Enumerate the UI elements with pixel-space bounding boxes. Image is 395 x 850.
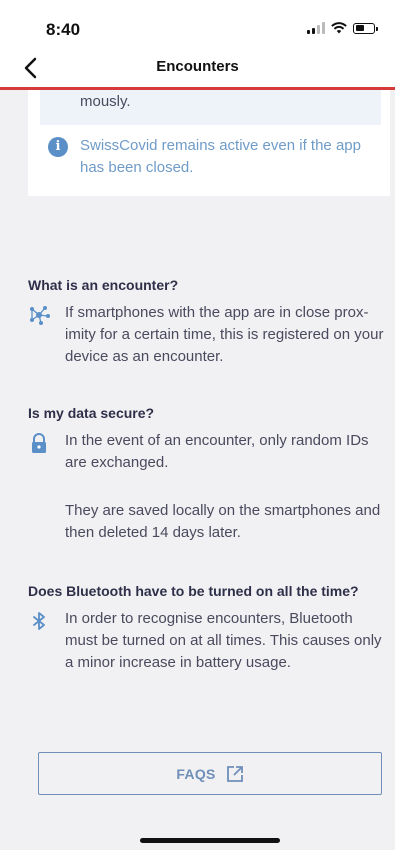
faq-button[interactable]: FAQS: [38, 752, 382, 795]
page-title: Encounters: [156, 58, 239, 75]
navigation-bar: Encounters: [0, 46, 395, 90]
status-bar: 8:40: [0, 0, 395, 46]
bluetooth-icon: [33, 612, 45, 630]
section-title-bluetooth: Does Bluetooth have to be turned on all …: [28, 583, 359, 599]
section-title-data-secure: Is my data secure?: [28, 405, 155, 421]
card-highlight: mously.: [40, 90, 381, 125]
home-indicator[interactable]: [140, 838, 280, 843]
status-icons: [307, 22, 378, 34]
lock-icon: [32, 433, 46, 453]
section-title-encounter: What is an encounter?: [28, 277, 179, 293]
section-text-data-secure-2: They are saved locally on the smartphone…: [65, 502, 381, 541]
status-time: 8:40: [46, 20, 81, 39]
external-link-icon: [226, 765, 243, 782]
section-text-bluetooth: In order to recognise encounters, Blueto…: [65, 610, 382, 671]
info-icon: i: [48, 137, 68, 157]
network-nodes-icon: [30, 306, 50, 325]
cellular-signal-icon: [307, 22, 325, 34]
info-text: SwissCovid remains active even if the ap…: [80, 137, 361, 176]
battery-icon: [353, 22, 378, 34]
card-truncated-text: mously.: [80, 93, 131, 110]
wifi-icon: [331, 22, 347, 34]
section-text-encounter: If smartphones with the app are in close…: [65, 304, 384, 365]
faq-button-label: FAQS: [176, 765, 216, 782]
section-text-data-secure: In the event of an encounter, only rando…: [65, 432, 369, 471]
